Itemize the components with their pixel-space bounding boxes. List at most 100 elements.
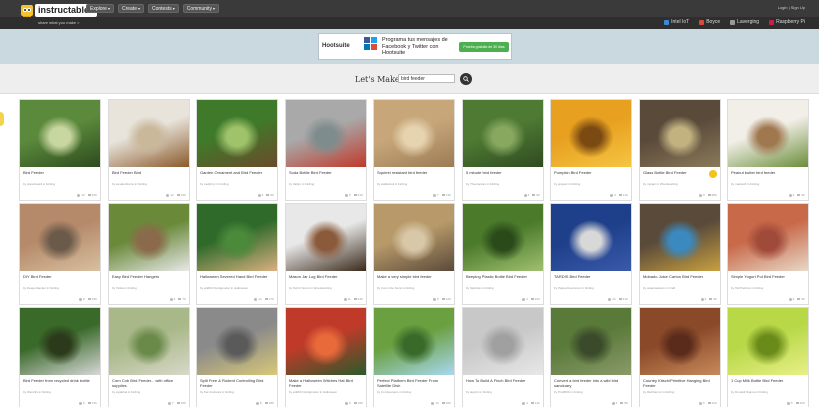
project-author[interactable]: by Ladyfury in birding bbox=[200, 182, 276, 186]
project-author[interactable]: by RaCharms in birding bbox=[643, 390, 719, 394]
project-author[interactable]: by Sjulinde in birding bbox=[466, 286, 542, 290]
project-author[interactable]: by lapprix in birding bbox=[466, 390, 542, 394]
project-thumbnail[interactable] bbox=[286, 308, 366, 375]
project-card[interactable]: Country Kitsch/Primitive Hanging Bird Fe… bbox=[639, 307, 721, 407]
project-card[interactable]: 1 Cup Milk Bottle Bird Feeder by Donaldt … bbox=[727, 307, 809, 407]
project-card[interactable]: Mason Jar Log Bird Feeder by Scrittr Snur… bbox=[285, 203, 367, 305]
project-thumbnail[interactable] bbox=[197, 100, 277, 167]
search-button[interactable] bbox=[460, 73, 472, 85]
project-author[interactable]: by mlpapi in Woodworking bbox=[643, 182, 719, 186]
project-card[interactable]: How To Build A Finch Bird Feeder by lappr… bbox=[462, 307, 544, 407]
project-card[interactable]: Make a very simple bird feeder by Cat in … bbox=[373, 203, 455, 305]
tagline[interactable]: share what you make > bbox=[38, 20, 79, 25]
project-title[interactable]: Mobado Juice Carton Bird Feeder bbox=[643, 274, 719, 279]
project-author[interactable]: by wallstoreli in birding bbox=[377, 182, 453, 186]
project-author[interactable]: by Thecrapture in birding bbox=[466, 182, 542, 186]
project-card[interactable]: 5 minute bird feeder by Thecrapture in bi… bbox=[462, 99, 544, 201]
project-thumbnail[interactable] bbox=[374, 204, 454, 271]
auth-links[interactable]: Login | Sign Up bbox=[778, 5, 805, 10]
project-card[interactable]: Soda Bottle Bird Feeder by fatbjm in bird… bbox=[285, 99, 367, 201]
project-thumbnail[interactable] bbox=[640, 100, 720, 167]
project-author[interactable]: by pianoboard in birding bbox=[23, 182, 99, 186]
channel-boyce[interactable]: Boyce bbox=[699, 19, 720, 25]
project-title[interactable]: 5 minute bird feeder bbox=[466, 170, 542, 175]
nav-explore[interactable]: Explore▾ bbox=[86, 4, 114, 13]
project-title[interactable]: Simple Yogurt Pot Bird Feeder bbox=[731, 274, 807, 279]
project-author[interactable]: by Papperbuscomer in birding bbox=[554, 286, 630, 290]
project-card[interactable]: Pumpkin Bird Feeder by jeinjeel in birdin… bbox=[550, 99, 632, 201]
project-thumbnail[interactable] bbox=[551, 204, 631, 271]
project-title[interactable]: Make a very simple bird feeder bbox=[377, 274, 453, 279]
project-title[interactable]: Split Free & Rodent Controlling Bird Fee… bbox=[200, 378, 276, 388]
project-thumbnail[interactable] bbox=[109, 204, 189, 271]
project-thumbnail[interactable] bbox=[286, 100, 366, 167]
project-thumbnail[interactable] bbox=[551, 100, 631, 167]
project-thumbnail[interactable] bbox=[463, 100, 543, 167]
project-author[interactable]: by mastsoft in birding bbox=[731, 182, 807, 186]
project-card[interactable]: Simple Yogurt Pot Bird Feeder by Tall Pac… bbox=[727, 203, 809, 305]
project-title[interactable]: Garden Ornament and Bird Feeder bbox=[200, 170, 276, 175]
nav-community[interactable]: Community▾ bbox=[182, 4, 220, 13]
project-card[interactable]: Glass Bottle Bird Feeder by mlpapi in Woo… bbox=[639, 99, 721, 201]
project-thumbnail[interactable] bbox=[728, 204, 808, 271]
project-author[interactable]: by wild60 Outdgmoder in Halloween bbox=[200, 286, 276, 290]
project-title[interactable]: Perfect Platform Bird Feeder From Satell… bbox=[377, 378, 453, 388]
project-thumbnail[interactable] bbox=[20, 100, 100, 167]
project-title[interactable]: Soda Bottle Bird Feeder bbox=[289, 170, 365, 175]
project-thumbnail[interactable] bbox=[640, 308, 720, 375]
project-title[interactable]: Make a Halloween Witches Hat Bird Feeder bbox=[289, 378, 365, 388]
project-thumbnail[interactable] bbox=[20, 204, 100, 271]
project-author[interactable]: by jeinjeel in birding bbox=[554, 182, 630, 186]
search-input[interactable] bbox=[398, 74, 455, 83]
project-card[interactable]: Garden Ornament and Bird Feeder by Ladyfu… bbox=[196, 99, 278, 201]
project-thumbnail[interactable] bbox=[463, 204, 543, 271]
project-card[interactable]: Corn Cob Bird Feeder... with office supp… bbox=[108, 307, 190, 407]
project-card[interactable]: TARDIS Bird Feeder by Papperbuscomer in b… bbox=[550, 203, 632, 305]
project-author[interactable]: by Donaldt Sigma in birding bbox=[731, 390, 807, 394]
project-card[interactable]: Bird Feeder from recycled drink bottle by… bbox=[19, 307, 101, 407]
project-card[interactable]: Make a Halloween Witches Hat Bird Feeder… bbox=[285, 307, 367, 407]
project-card[interactable]: Beeping Plastic Bottle Bird Feeder by Sju… bbox=[462, 203, 544, 305]
project-author[interactable]: by ComGeniacs in birding bbox=[377, 390, 453, 394]
project-card[interactable]: Mobado Juice Carton Bird Feeder by waterw… bbox=[639, 203, 721, 305]
project-author[interactable]: by wild60 Outdgmoder in Halloween bbox=[289, 390, 365, 394]
project-author[interactable]: by Wen22s in birding bbox=[23, 390, 99, 394]
project-title[interactable]: Glass Bottle Bird Feeder bbox=[643, 170, 719, 175]
project-card[interactable]: Bird Feeder by pianoboard in birding 10 32K bbox=[19, 99, 101, 201]
feedback-tab[interactable] bbox=[0, 112, 4, 126]
project-author[interactable]: by Deeperbanker in birding bbox=[23, 286, 99, 290]
project-title[interactable]: Bird Feeder from recycled drink bottle bbox=[23, 378, 99, 383]
project-title[interactable]: Peanut butter bird feeder bbox=[731, 170, 807, 175]
project-thumbnail[interactable] bbox=[374, 100, 454, 167]
project-title[interactable]: Country Kitsch/Primitive Hanging Bird Fe… bbox=[643, 378, 719, 388]
channel-raspberry-pi[interactable]: Raspberry Pi bbox=[769, 19, 805, 25]
project-card[interactable]: Perfect Platform Bird Feeder From Satell… bbox=[373, 307, 455, 407]
channel-intel-iot[interactable]: Intel IoT bbox=[664, 19, 689, 25]
project-title[interactable]: 1 Cup Milk Bottle Bird Feeder bbox=[731, 378, 807, 383]
project-thumbnail[interactable] bbox=[109, 100, 189, 167]
project-author[interactable]: by Kar Andrews in birding bbox=[200, 390, 276, 394]
project-title[interactable]: Convert a bird feeder into a wild bird s… bbox=[554, 378, 630, 388]
project-title[interactable]: Easy Bird Feeder Hangers bbox=[112, 274, 188, 279]
project-thumbnail[interactable] bbox=[463, 308, 543, 375]
project-title[interactable]: Beeping Plastic Bottle Bird Feeder bbox=[466, 274, 542, 279]
project-card[interactable]: Peanut butter bird feeder by mastsoft in … bbox=[727, 99, 809, 201]
project-author[interactable]: by ProMMS in birding bbox=[554, 390, 630, 394]
project-title[interactable]: Pumpkin Bird Feeder bbox=[554, 170, 630, 175]
project-author[interactable]: by waterwatsers in Craft bbox=[643, 286, 719, 290]
project-title[interactable]: How To Build A Finch Bird Feeder bbox=[466, 378, 542, 383]
project-card[interactable]: Easy Bird Feeder Hangers by Tellsa in bir… bbox=[108, 203, 190, 305]
project-card[interactable]: Convert a bird feeder into a wild bird s… bbox=[550, 307, 632, 407]
project-thumbnail[interactable] bbox=[197, 204, 277, 271]
nav-create[interactable]: Create▾ bbox=[117, 4, 144, 13]
project-card[interactable]: Halloween Severed Hand Bird Feeder by wil… bbox=[196, 203, 278, 305]
project-author[interactable]: by wgabbai in birding bbox=[112, 390, 188, 394]
project-author[interactable]: by Scrittr Snuru in Woodworking bbox=[289, 286, 365, 290]
project-thumbnail[interactable] bbox=[551, 308, 631, 375]
project-title[interactable]: Squirrel resistant bird feeder bbox=[377, 170, 453, 175]
hootsuite-ad[interactable]: Hootsuite Programa tus mensajes de Faceb… bbox=[318, 33, 512, 60]
project-card[interactable]: DIY Bird Feeder by Deeperbanker in birdin… bbox=[19, 203, 101, 305]
project-author[interactable]: by Cat in the Sock in birding bbox=[377, 286, 453, 290]
project-author[interactable]: by woodenbarns in birding bbox=[112, 182, 188, 186]
project-thumbnail[interactable] bbox=[728, 100, 808, 167]
